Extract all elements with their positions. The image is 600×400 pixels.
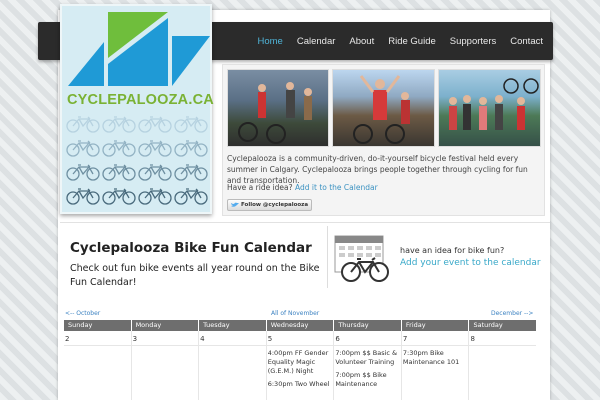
day-header-wednesday: Wednesday <box>267 320 335 331</box>
day-number: 5 <box>267 335 273 343</box>
bike-lift-photo <box>438 69 541 147</box>
day-header-saturday: Saturday <box>473 321 503 329</box>
nav-supporters[interactable]: Supporters <box>450 36 496 47</box>
day-header-thursday: Thursday <box>334 320 402 331</box>
twitter-follow-button[interactable]: Follow @cyclepalooza <box>227 199 313 211</box>
calendar-promo-title: Cyclepalooza Bike Fun Calendar <box>70 240 312 256</box>
follow-label: Follow @cyclepalooza <box>241 202 309 208</box>
day-separator <box>469 345 537 346</box>
calendar-cell[interactable]: 8 <box>469 331 537 400</box>
day-separator <box>334 345 401 346</box>
day-number: 7 <box>402 335 408 343</box>
next-month-link[interactable]: December --> <box>491 310 533 317</box>
day-header-tuesday: Tuesday <box>199 320 267 331</box>
nav-contact[interactable]: Contact <box>510 36 543 47</box>
day-number: 3 <box>132 335 138 343</box>
calendar-cell[interactable]: 3 <box>131 331 200 400</box>
day-header-sunday: Sunday <box>64 320 132 331</box>
ride-idea-prompt: Have a ride idea? <box>227 183 293 192</box>
intro-description: Cyclepalooza is a community-driven, do-i… <box>227 154 528 185</box>
add-event-link[interactable]: Add your event to the calendar <box>400 258 541 268</box>
section-divider <box>60 222 550 223</box>
day-separator <box>401 345 469 346</box>
day-header-friday: Friday <box>402 320 470 331</box>
day-header-monday: Monday <box>132 320 200 331</box>
nav-menu: Home Calendar About Ride Guide Supporter… <box>244 22 544 60</box>
bikes-pattern-icon <box>66 116 208 205</box>
event-list: 7:00pm $$ Basic & Volunteer Training 7:0… <box>335 349 401 393</box>
event-list: 4:00pm FF Gender Equality Magic (G.E.M.)… <box>268 349 334 393</box>
group-ride-photo <box>227 69 329 147</box>
day-number: 4 <box>200 335 205 343</box>
site-logo[interactable]: CYCLEPALOOZA.CA <box>60 4 214 214</box>
calendar-grid: 2 3 4 5 4:00pm FF Gender Equality Magic … <box>64 331 537 400</box>
day-separator <box>266 345 334 346</box>
calendar-bike-icon[interactable] <box>333 232 393 284</box>
add-to-calendar-link[interactable]: Add it to the Calendar <box>295 183 378 192</box>
nav-about[interactable]: About <box>349 36 374 47</box>
calendar-cell[interactable]: 7 7:30pm Bike Maintenance 101 <box>401 331 470 400</box>
nav-home[interactable]: Home <box>258 36 283 47</box>
logo-graphic-icon <box>68 12 210 86</box>
calendar-event[interactable]: 7:00pm $$ Bike Maintenance <box>335 371 401 389</box>
calendar-promo-subtitle: Check out fun bike events all year round… <box>70 263 320 288</box>
calendar-event[interactable]: 4:00pm FF Gender Equality Magic (G.E.M.)… <box>268 349 334 376</box>
ride-idea-line: Have a ride idea? Add it to the Calendar <box>227 183 378 192</box>
twitter-bird-icon <box>231 202 239 207</box>
rider-photo-icon <box>353 75 410 144</box>
calendar-header: Sunday Monday Tuesday Wednesday Thursday… <box>64 320 536 331</box>
calendar-event[interactable]: 7:30pm Bike Maintenance 101 <box>403 349 469 367</box>
day-separator <box>64 345 131 346</box>
riders-photo-icon <box>238 82 312 144</box>
nav-calendar[interactable]: Calendar <box>297 36 336 47</box>
calendar-event[interactable]: 6:30pm Two Wheel <box>268 380 334 389</box>
nav-ride-guide[interactable]: Ride Guide <box>388 36 436 47</box>
current-month-link[interactable]: All of November <box>271 310 319 317</box>
calendar-cell[interactable]: 5 4:00pm FF Gender Equality Magic (G.E.M… <box>266 331 335 400</box>
day-number: 6 <box>335 335 340 343</box>
promo-divider <box>327 226 328 288</box>
day-number: 2 <box>65 335 70 343</box>
calendar-cell[interactable]: 6 7:00pm $$ Basic & Volunteer Training 7… <box>334 331 402 400</box>
calendar-cell[interactable]: 2 <box>64 331 132 400</box>
intro-panel: Cyclepalooza is a community-driven, do-i… <box>222 64 545 216</box>
day-number: 8 <box>470 335 475 343</box>
ad-question: have an idea for bike fun? <box>400 246 505 255</box>
day-separator <box>131 345 199 346</box>
prev-month-link[interactable]: <-- October <box>65 310 100 317</box>
calendar-event[interactable]: 7:00pm $$ Basic & Volunteer Training <box>335 349 401 367</box>
group-photo-icon <box>449 78 539 130</box>
logo-text: CYCLEPALOOZA.CA <box>67 92 214 108</box>
calendar-cell[interactable]: 4 <box>199 331 267 400</box>
day-separator <box>199 345 266 346</box>
event-list: 7:30pm Bike Maintenance 101 <box>403 349 469 371</box>
cheering-rider-photo <box>332 69 435 147</box>
